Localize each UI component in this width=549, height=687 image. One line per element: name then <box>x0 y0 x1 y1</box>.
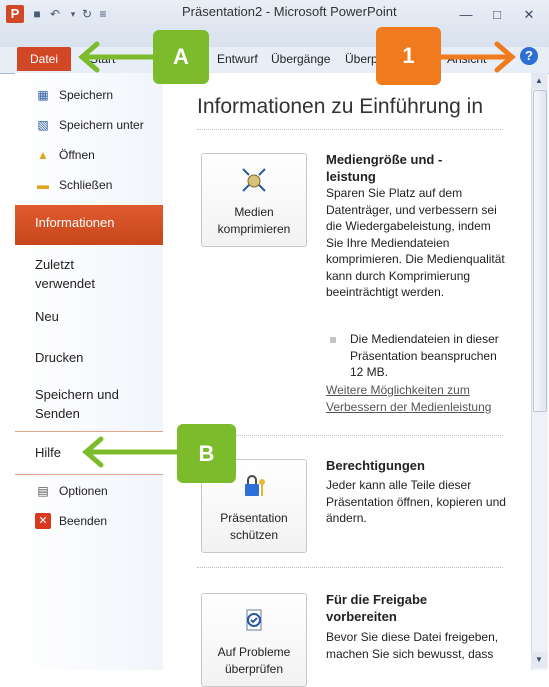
callout-b: B <box>177 424 236 483</box>
annotation-arrows <box>78 41 516 468</box>
callout-a: A <box>153 30 209 84</box>
callout-1: 1 <box>376 27 441 85</box>
